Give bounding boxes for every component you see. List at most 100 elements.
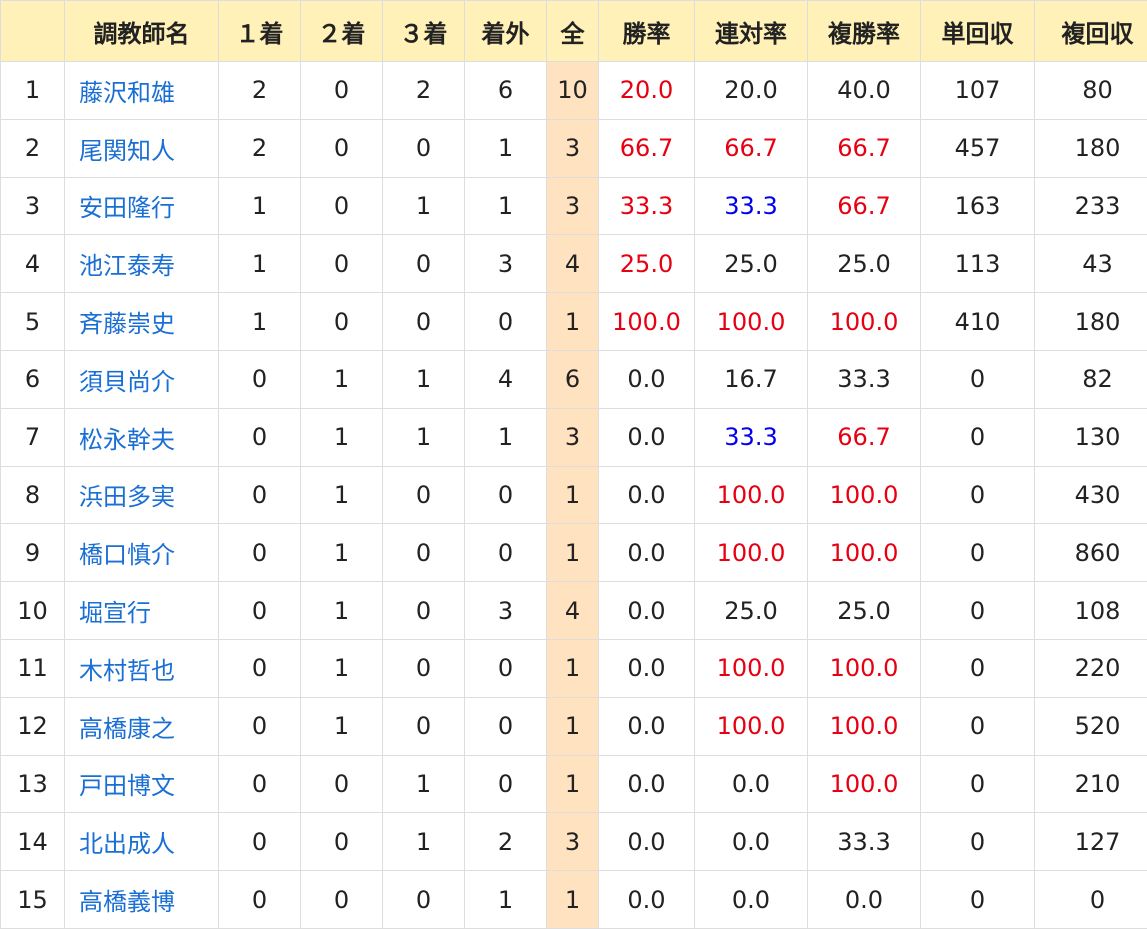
out-count-cell: 3 [464, 581, 547, 640]
first-count-cell: 2 [218, 61, 301, 120]
win-return-cell: 0 [920, 696, 1035, 756]
trainer-name-link[interactable]: 高橋康之 [79, 715, 175, 743]
second-count-cell: 0 [300, 292, 383, 351]
rank-cell: 12 [0, 696, 65, 756]
first-count-cell: 0 [218, 696, 301, 756]
table-row: 3 安田隆行 1 0 1 1 3 33.3 33.3 66.7 163 233 [0, 176, 1147, 236]
header-second[interactable]: ２着 [300, 0, 383, 62]
second-count-cell: 0 [300, 234, 383, 294]
trainer-name-link[interactable]: 尾関知人 [79, 137, 175, 165]
trainer-name-cell: 堀宣行 [64, 581, 219, 640]
trainer-name-cell: 北出成人 [64, 812, 219, 872]
win-rate-cell: 0.0 [598, 812, 695, 872]
trainer-name-cell: 尾関知人 [64, 118, 219, 178]
third-count-cell: 0 [382, 465, 465, 525]
trainer-name-cell: 橋口慎介 [64, 523, 219, 583]
third-count-cell: 0 [382, 292, 465, 351]
top3-rate-cell: 33.3 [807, 349, 921, 409]
top2-rate-cell: 25.0 [694, 234, 808, 294]
place-return-cell: 180 [1034, 118, 1147, 178]
trainer-name-link[interactable]: 須貝尚介 [79, 368, 175, 396]
place-return-cell: 108 [1034, 581, 1147, 640]
trainer-name-link[interactable]: 浜田多実 [79, 483, 175, 511]
place-return-cell: 233 [1034, 176, 1147, 236]
second-count-cell: 1 [300, 696, 383, 756]
trainer-name-link[interactable]: 木村哲也 [79, 657, 175, 685]
win-rate-cell: 66.7 [598, 118, 695, 178]
first-count-cell: 0 [218, 407, 301, 467]
trainer-name-link[interactable]: 高橋義博 [79, 888, 175, 916]
top3-rate-cell: 0.0 [807, 870, 921, 929]
table-row: 9 橋口慎介 0 1 0 0 1 0.0 100.0 100.0 0 860 [0, 523, 1147, 583]
table-row: 4 池江泰寿 1 0 0 3 4 25.0 25.0 25.0 113 43 [0, 234, 1147, 294]
out-count-cell: 1 [464, 407, 547, 467]
third-count-cell: 0 [382, 234, 465, 294]
header-top3-rate[interactable]: 複勝率 [807, 0, 921, 62]
second-count-cell: 1 [300, 349, 383, 409]
header-win-return[interactable]: 単回収 [920, 0, 1035, 62]
rank-cell: 11 [0, 638, 65, 698]
win-return-cell: 410 [920, 292, 1035, 351]
trainer-name-link[interactable]: 斉藤崇史 [79, 310, 175, 338]
total-count-cell: 1 [546, 870, 599, 929]
top3-rate-cell: 100.0 [807, 696, 921, 756]
out-count-cell: 6 [464, 61, 547, 120]
third-count-cell: 1 [382, 812, 465, 872]
trainer-name-cell: 高橋義博 [64, 870, 219, 929]
win-return-cell: 0 [920, 581, 1035, 640]
place-return-cell: 220 [1034, 638, 1147, 698]
third-count-cell: 0 [382, 696, 465, 756]
header-win-rate[interactable]: 勝率 [598, 0, 695, 62]
total-count-cell: 1 [546, 523, 599, 583]
trainer-name-link[interactable]: 藤沢和雄 [79, 79, 175, 107]
out-count-cell: 3 [464, 234, 547, 294]
first-count-cell: 0 [218, 581, 301, 640]
header-top2-rate[interactable]: 連対率 [694, 0, 808, 62]
third-count-cell: 0 [382, 638, 465, 698]
win-rate-cell: 0.0 [598, 870, 695, 929]
trainer-name-cell: 木村哲也 [64, 638, 219, 698]
win-rate-cell: 100.0 [598, 292, 695, 351]
trainer-name-link[interactable]: 安田隆行 [79, 194, 175, 222]
header-row: 調教師名 １着 ２着 ３着 着外 全 勝率 連対率 複勝率 単回収 複回収 [0, 0, 1147, 62]
trainer-name-link[interactable]: 池江泰寿 [79, 252, 175, 280]
place-return-cell: 127 [1034, 812, 1147, 872]
header-third[interactable]: ３着 [382, 0, 465, 62]
win-return-cell: 107 [920, 61, 1035, 120]
header-place-return[interactable]: 複回収 [1034, 0, 1147, 62]
win-rate-cell: 0.0 [598, 696, 695, 756]
trainer-name-link[interactable]: 北出成人 [79, 830, 175, 858]
first-count-cell: 2 [218, 118, 301, 178]
third-count-cell: 0 [382, 523, 465, 583]
trainer-name-link[interactable]: 堀宣行 [79, 599, 151, 627]
trainer-name-cell: 安田隆行 [64, 176, 219, 236]
header-trainer-name[interactable]: 調教師名 [64, 0, 219, 62]
first-count-cell: 0 [218, 638, 301, 698]
header-total[interactable]: 全 [546, 0, 599, 62]
header-first[interactable]: １着 [218, 0, 301, 62]
trainer-name-cell: 藤沢和雄 [64, 61, 219, 120]
top2-rate-cell: 0.0 [694, 754, 808, 814]
table-header: 調教師名 １着 ２着 ３着 着外 全 勝率 連対率 複勝率 単回収 複回収 [0, 0, 1147, 62]
trainer-name-link[interactable]: 橋口慎介 [79, 541, 175, 569]
rank-cell: 2 [0, 118, 65, 178]
total-count-cell: 1 [546, 638, 599, 698]
win-rate-cell: 25.0 [598, 234, 695, 294]
win-rate-cell: 0.0 [598, 407, 695, 467]
place-return-cell: 520 [1034, 696, 1147, 756]
trainer-name-link[interactable]: 戸田博文 [79, 772, 175, 800]
place-return-cell: 210 [1034, 754, 1147, 814]
win-rate-cell: 0.0 [598, 638, 695, 698]
third-count-cell: 1 [382, 176, 465, 236]
out-count-cell: 0 [464, 465, 547, 525]
top3-rate-cell: 100.0 [807, 523, 921, 583]
table-body: 1 藤沢和雄 2 0 2 6 10 20.0 20.0 40.0 107 80 2 尾関知人 2 0 0 1 3 66… [0, 61, 1147, 929]
place-return-cell: 43 [1034, 234, 1147, 294]
top2-rate-cell: 0.0 [694, 812, 808, 872]
top3-rate-cell: 100.0 [807, 292, 921, 351]
first-count-cell: 1 [218, 292, 301, 351]
trainer-name-link[interactable]: 松永幹夫 [79, 426, 175, 454]
win-return-cell: 0 [920, 754, 1035, 814]
header-out-of-place[interactable]: 着外 [464, 0, 547, 62]
win-return-cell: 0 [920, 870, 1035, 929]
